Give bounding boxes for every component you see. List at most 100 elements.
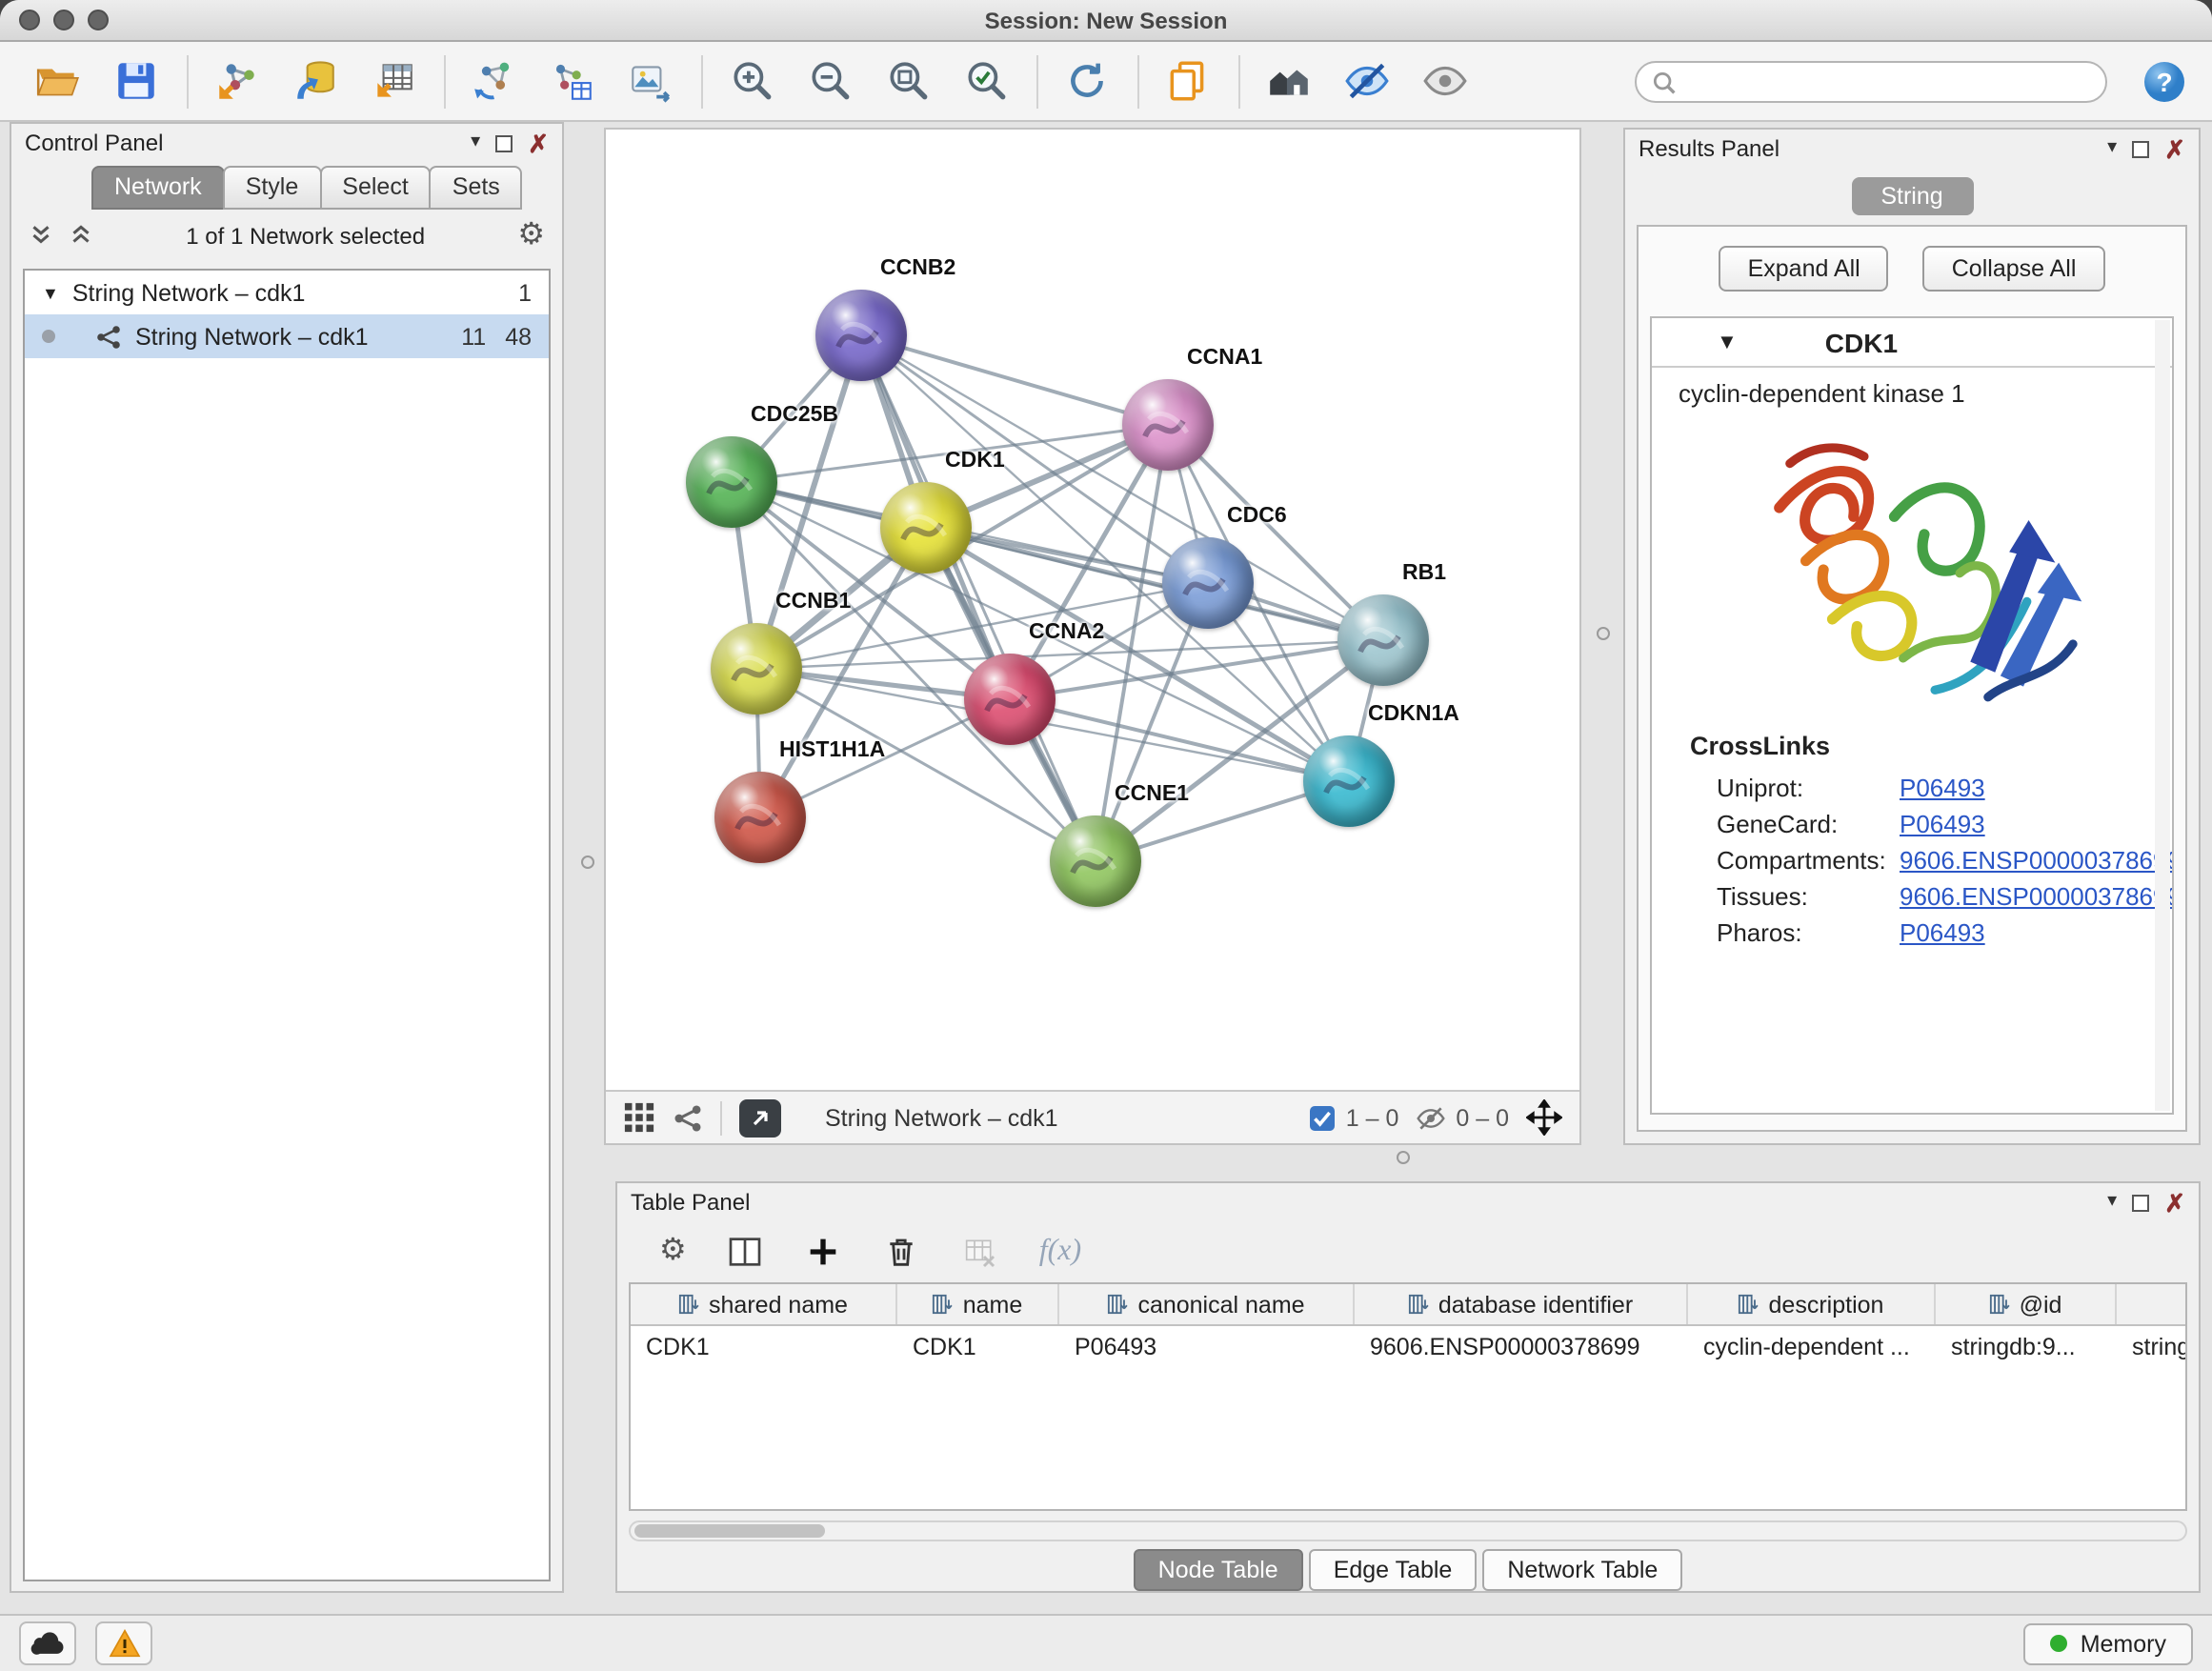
network-node-ccnb2[interactable] xyxy=(815,290,907,381)
float-panel-icon[interactable] xyxy=(2132,1194,2149,1211)
delete-trash-icon[interactable] xyxy=(883,1233,921,1271)
column-header-namespace[interactable]: namespace xyxy=(2117,1284,2187,1324)
network-node-label: CCNB1 xyxy=(775,591,851,614)
column-header--id[interactable]: @id xyxy=(1936,1284,2117,1324)
column-sort-icon xyxy=(1408,1294,1429,1315)
crosslink-link[interactable]: 9606.ENSP00000378699 xyxy=(1900,882,2174,911)
toolbar-separator xyxy=(1238,54,1240,108)
crosslink-row: Tissues:9606.ENSP00000378699 xyxy=(1652,878,2172,915)
copy-button[interactable] xyxy=(1156,50,1217,111)
warnings-button[interactable] xyxy=(95,1621,152,1665)
network-node-cdc6[interactable] xyxy=(1162,537,1254,629)
selected-checkbox-icon[interactable] xyxy=(1310,1104,1337,1131)
right-splitter-handle[interactable] xyxy=(1597,627,1610,640)
table-settings-gear-icon[interactable]: ⚙ xyxy=(659,1237,687,1267)
network-canvas[interactable]: CCNB2CCNA1CDC25BCDK1CDC6RB1CCNB1CCNA2CDK… xyxy=(606,130,1579,1090)
gear-icon[interactable]: ⚙ xyxy=(517,220,545,251)
collapse-panel-icon[interactable]: ▾ xyxy=(2107,1193,2117,1212)
import-network-from-file-button[interactable] xyxy=(206,50,267,111)
tab-edge-table[interactable]: Edge Table xyxy=(1309,1549,1478,1591)
collapse-all-chevrons-icon[interactable] xyxy=(69,223,93,248)
tree-expand-triangle-icon[interactable]: ▼ xyxy=(42,283,59,302)
network-node-ccna1[interactable] xyxy=(1122,379,1214,471)
show-columns-icon[interactable] xyxy=(727,1233,765,1271)
memory-button[interactable]: Memory xyxy=(2023,1622,2193,1664)
column-header-name[interactable]: name xyxy=(897,1284,1059,1324)
tab-string[interactable]: String xyxy=(1851,177,1973,215)
zoom-out-button[interactable] xyxy=(798,50,859,111)
network-node-cdkn1a[interactable] xyxy=(1303,735,1395,827)
cloud-button[interactable] xyxy=(19,1621,76,1665)
close-panel-icon[interactable]: ✗ xyxy=(528,131,549,155)
open-in-window-button[interactable] xyxy=(739,1098,781,1137)
crosslink-link[interactable]: P06493 xyxy=(1900,774,1985,802)
float-panel-icon[interactable] xyxy=(495,134,513,151)
crosslink-link[interactable]: P06493 xyxy=(1900,810,1985,838)
collapse-panel-icon[interactable]: ▾ xyxy=(2107,139,2117,158)
add-column-plus-icon[interactable] xyxy=(805,1233,843,1271)
network-node-cdc25b[interactable] xyxy=(686,436,777,528)
expand-all-chevrons-icon[interactable] xyxy=(29,223,53,248)
warning-icon xyxy=(108,1629,140,1658)
grid-view-icon[interactable] xyxy=(623,1101,655,1134)
pan-crosshair-icon[interactable] xyxy=(1526,1099,1562,1136)
network-node-ccna2[interactable] xyxy=(964,654,1056,745)
import-network-from-database-button[interactable] xyxy=(284,50,345,111)
tab-node-table[interactable]: Node Table xyxy=(1134,1549,1303,1591)
column-header-description[interactable]: description xyxy=(1688,1284,1936,1324)
search-input[interactable] xyxy=(1688,69,2090,95)
column-header-canonical-name[interactable]: canonical name xyxy=(1059,1284,1355,1324)
collection-name: String Network – cdk1 xyxy=(72,279,505,306)
help-button[interactable]: ? xyxy=(2142,59,2187,105)
open-session-button[interactable] xyxy=(27,50,88,111)
zoom-in-button[interactable] xyxy=(720,50,781,111)
save-icon xyxy=(111,57,159,105)
zoom-selected-icon xyxy=(961,57,1009,105)
crosslink-link[interactable]: P06493 xyxy=(1900,918,1985,947)
network-collection-row[interactable]: ▼ String Network – cdk1 1 xyxy=(25,271,549,314)
table-row[interactable]: CDK1CDK1P064939606.ENSP00000378699cyclin… xyxy=(631,1326,2187,1368)
apply-layout-button[interactable] xyxy=(1056,50,1116,111)
column-header-database-identifier[interactable]: database identifier xyxy=(1355,1284,1688,1324)
tab-sets[interactable]: Sets xyxy=(430,166,523,210)
network-node-rb1[interactable] xyxy=(1337,594,1429,686)
zoom-selected-button[interactable] xyxy=(955,50,1016,111)
new-network-from-selection-button[interactable] xyxy=(541,50,602,111)
network-node-ccnb1[interactable] xyxy=(711,623,802,715)
show-all-button[interactable] xyxy=(1414,50,1475,111)
crosslink-row: Compartments:9606.ENSP00000378699 xyxy=(1652,842,2172,878)
float-panel-icon[interactable] xyxy=(2132,140,2149,157)
collapse-section-triangle-icon[interactable]: ▼ xyxy=(1717,331,1738,353)
network-node-cdk1[interactable] xyxy=(880,482,972,574)
tab-style[interactable]: Style xyxy=(223,166,322,210)
first-neighbors-button[interactable] xyxy=(1257,50,1318,111)
hidden-eye-slash-icon[interactable] xyxy=(1416,1102,1446,1133)
close-panel-icon[interactable]: ✗ xyxy=(2164,1190,2185,1215)
table-hscrollbar-thumb[interactable] xyxy=(634,1524,825,1538)
collapse-all-button[interactable]: Collapse All xyxy=(1923,246,2105,292)
column-header-shared-name[interactable]: shared name xyxy=(631,1284,897,1324)
tab-select[interactable]: Select xyxy=(319,166,432,210)
save-session-button[interactable] xyxy=(105,50,166,111)
zoom-fit-button[interactable] xyxy=(876,50,937,111)
import-table-button[interactable] xyxy=(362,50,423,111)
collapse-panel-icon[interactable]: ▾ xyxy=(471,133,480,152)
share-view-icon[interactable] xyxy=(673,1102,703,1133)
export-image-button[interactable] xyxy=(619,50,680,111)
search-box[interactable] xyxy=(1635,61,2107,103)
results-scrollbar-track[interactable] xyxy=(2155,320,2170,1111)
network-node-ccne1[interactable] xyxy=(1050,815,1141,907)
bottom-splitter-handle[interactable] xyxy=(1397,1151,1410,1164)
new-network-button[interactable] xyxy=(463,50,524,111)
tab-network-table[interactable]: Network Table xyxy=(1482,1549,1682,1591)
network-node-hist1h1a[interactable] xyxy=(714,772,806,863)
node-table: shared namenamecanonical namedatabase id… xyxy=(629,1282,2187,1511)
left-splitter-handle[interactable] xyxy=(581,856,594,869)
tab-network[interactable]: Network xyxy=(91,166,225,210)
crosslink-link[interactable]: 9606.ENSP00000378699 xyxy=(1900,846,2174,875)
crosslink-label: Tissues: xyxy=(1717,882,1900,911)
network-row[interactable]: String Network – cdk1 11 48 xyxy=(25,314,549,358)
close-panel-icon[interactable]: ✗ xyxy=(2164,136,2185,161)
hide-selected-button[interactable] xyxy=(1336,50,1397,111)
expand-all-button[interactable]: Expand All xyxy=(1719,246,1889,292)
